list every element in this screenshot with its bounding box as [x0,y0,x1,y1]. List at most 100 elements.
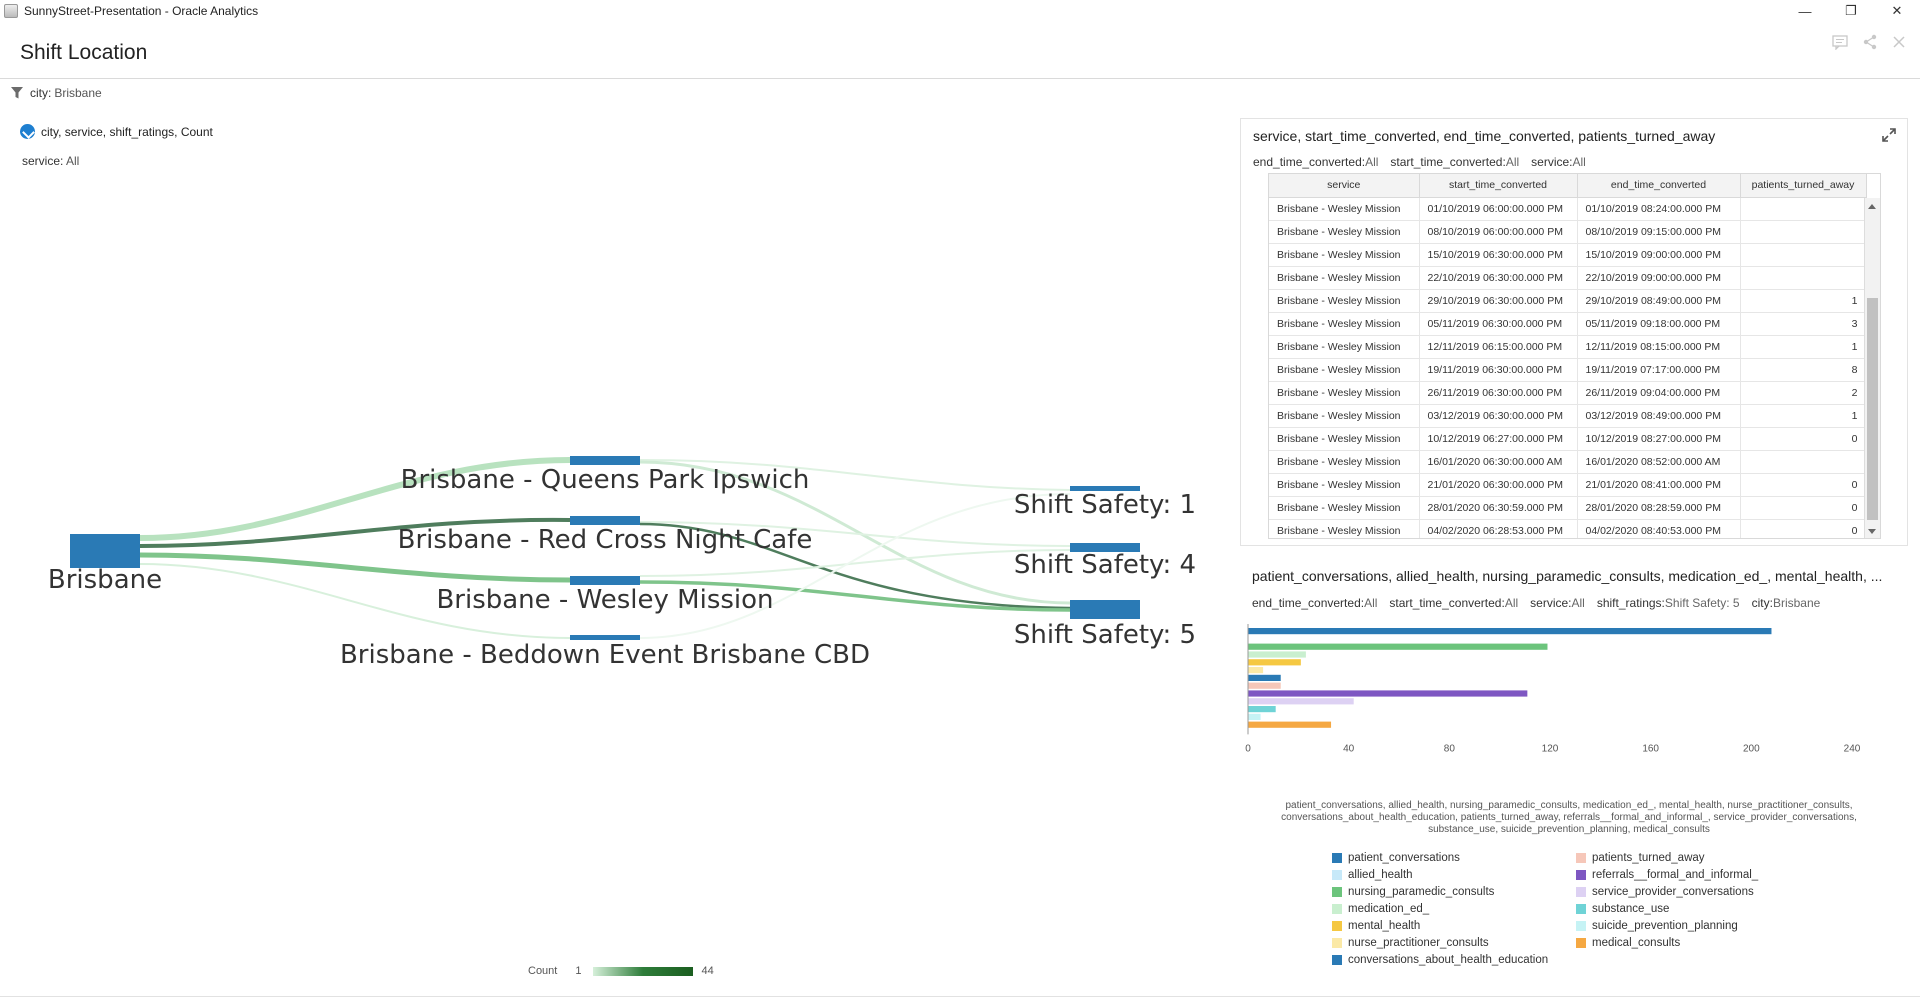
column-header[interactable]: start_time_converted [1419,174,1578,198]
bar-nurse_practitioner_consults[interactable] [1248,667,1264,674]
bar-viz-title: patient_conversations, allied_health, nu… [1252,568,1883,584]
bar-medical_consults[interactable] [1248,721,1332,728]
data-table[interactable]: service start_time_converted end_time_conv… [1268,173,1881,539]
table-cell: 05/11/2019 09:18:00.000 PM [1577,312,1741,336]
table-row[interactable]: Brisbane - Wesley Mission 10/12/2019 06:2… [1269,427,1867,451]
minimize-button[interactable]: — [1782,0,1828,22]
legend-item[interactable]: substance_use [1576,903,1820,915]
legend-item[interactable]: patients_turned_away [1576,852,1820,864]
close-window-button[interactable]: ✕ [1874,0,1920,22]
comment-icon[interactable] [1832,34,1848,55]
table-row[interactable]: Brisbane - Wesley Mission 28/01/2020 06:3… [1269,496,1867,520]
page-header: Shift Location [0,22,1920,79]
bar-nursing_paramedic_consults[interactable] [1248,643,1548,650]
table-row[interactable]: Brisbane - Wesley Mission 21/01/2020 06:3… [1269,473,1867,497]
bar-filter[interactable]: city:Brisbane [1752,596,1821,610]
bar-mental_health[interactable] [1248,659,1301,666]
legend-item[interactable]: patient_conversations [1332,852,1576,864]
table-cell: 0 [1740,473,1867,497]
table-row[interactable]: Brisbane - Wesley Mission 15/10/2019 06:3… [1269,243,1867,267]
table-cell: 1 [1740,404,1867,428]
table-cell: 29/10/2019 08:49:00.000 PM [1577,289,1741,313]
table-row[interactable]: Brisbane - Wesley Mission 04/02/2020 06:2… [1269,519,1867,538]
count-legend: Count 1 44 [528,965,714,977]
bar-suicide_prevention_planning[interactable] [1248,713,1261,720]
table-filter[interactable]: end_time_converted:All [1253,155,1378,169]
bar-referrals__formal_and_informal_[interactable] [1248,690,1528,697]
bar-service_provider_conversations[interactable] [1248,698,1354,705]
table-cell: 22/10/2019 09:00:00.000 PM [1577,266,1741,290]
x-tick-label: 120 [1542,743,1559,754]
x-axis-title-line2: conversations_about_health_education, pa… [1281,812,1857,823]
table-filter[interactable]: start_time_converted:All [1390,155,1519,169]
legend-item[interactable] [1576,954,1820,966]
table-cell: 19/11/2019 07:17:00.000 PM [1577,358,1741,382]
restore-button[interactable]: ❐ [1828,0,1874,22]
table-filter[interactable]: service:All [1531,155,1586,169]
app-icon [4,4,18,18]
table-cell [1740,450,1867,474]
scroll-up-icon[interactable] [1868,204,1876,209]
filter-value: Brisbane [54,86,102,100]
bar-filter[interactable]: end_time_converted:All [1252,596,1377,610]
scroll-thumb[interactable] [1867,298,1878,520]
scroll-down-icon[interactable] [1868,529,1876,534]
table-cell: 08/10/2019 09:15:00.000 PM [1577,220,1741,244]
bar-patient_conversations[interactable] [1248,628,1772,635]
close-icon[interactable] [1892,34,1906,55]
legend-item[interactable]: medication_ed_ [1332,903,1576,915]
bar-chart-viz[interactable]: patient_conversations, allied_health, nu… [1240,560,1908,990]
filter-bar[interactable]: city: Brisbane [10,86,102,100]
sankey-viz[interactable]: city, service, shift_ratings, Count serv… [0,118,1222,1000]
link-beddown-safety1 [639,493,1071,639]
bar-substance_use[interactable] [1248,706,1276,713]
legend-item[interactable]: allied_health [1332,869,1576,881]
bar-filter-key: end_time_converted: [1252,596,1365,610]
table-scrollbar[interactable] [1864,198,1880,538]
table-row[interactable]: Brisbane - Wesley Mission 19/11/2019 06:3… [1269,358,1867,382]
legend-item[interactable]: mental_health [1332,920,1576,932]
bar-filter-value: All [1364,596,1378,610]
table-row[interactable]: Brisbane - Wesley Mission 22/10/2019 06:3… [1269,266,1867,290]
sankey-diagram[interactable]: Brisbane Brisbane - Queens Park Ipswich … [0,118,1222,1000]
bar-filter[interactable]: shift_ratings:Shift Safety: 5 [1597,596,1740,610]
column-header[interactable]: service [1269,174,1420,198]
legend-swatch [1332,887,1342,897]
bar-medication_ed_[interactable] [1248,651,1306,658]
bar-conversations_about_health_education[interactable] [1248,674,1281,681]
table-row[interactable]: Brisbane - Wesley Mission 29/10/2019 06:3… [1269,289,1867,313]
bar-chart[interactable]: 0 40 80 120 160 200 240 [1240,620,1908,800]
legend-item[interactable]: referrals__formal_and_informal_ [1576,869,1820,881]
table-cell: Brisbane - Wesley Mission [1269,197,1420,221]
legend-item[interactable]: service_provider_conversations [1576,886,1820,898]
table-row[interactable]: Brisbane - Wesley Mission 01/10/2019 06:0… [1269,197,1867,221]
legend-swatch [1332,870,1342,880]
x-tick-label: 240 [1844,743,1861,754]
table-row[interactable]: Brisbane - Wesley Mission 16/01/2020 06:3… [1269,450,1867,474]
legend-item[interactable]: nurse_practitioner_consults [1332,937,1576,949]
column-header[interactable]: patients_turned_away [1740,174,1867,198]
bottom-divider [0,996,1920,997]
table-row[interactable]: Brisbane - Wesley Mission 03/12/2019 06:3… [1269,404,1867,428]
column-header[interactable]: end_time_converted [1577,174,1741,198]
table-cell: 16/01/2020 08:52:00.000 AM [1577,450,1741,474]
table-viz[interactable]: service, start_time_converted, end_time_… [1240,118,1908,546]
table-row[interactable]: Brisbane - Wesley Mission 08/10/2019 06:0… [1269,220,1867,244]
bar-filter[interactable]: start_time_converted:All [1389,596,1518,610]
table-row[interactable]: Brisbane - Wesley Mission 12/11/2019 06:1… [1269,335,1867,359]
legend-item[interactable]: medical_consults [1576,937,1820,949]
table-row[interactable]: Brisbane - Wesley Mission 26/11/2019 06:3… [1269,381,1867,405]
table-cell: Brisbane - Wesley Mission [1269,404,1420,428]
table-cell: 29/10/2019 06:30:00.000 PM [1419,289,1578,313]
bar-patients_turned_away[interactable] [1248,682,1281,689]
table-row[interactable]: Brisbane - Wesley Mission 05/11/2019 06:3… [1269,312,1867,336]
bar-filter-value: Brisbane [1772,596,1821,610]
share-icon[interactable] [1862,34,1878,55]
node-brisbane [70,534,140,568]
table-filter-value: All [1365,155,1379,169]
bar-filter[interactable]: service:All [1530,596,1585,610]
legend-item[interactable]: conversations_about_health_education [1332,954,1576,966]
legend-item[interactable]: suicide_prevention_planning [1576,920,1820,932]
expand-icon[interactable] [1881,127,1897,143]
legend-item[interactable]: nursing_paramedic_consults [1332,886,1576,898]
